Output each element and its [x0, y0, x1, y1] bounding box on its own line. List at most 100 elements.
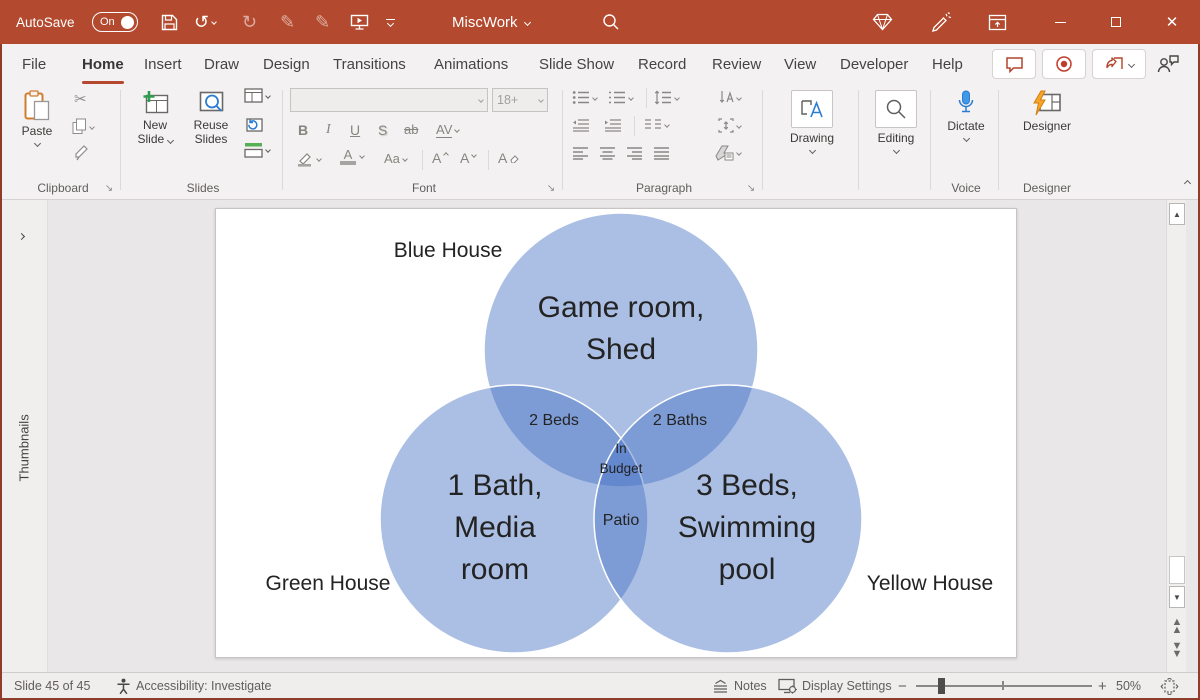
tab-file[interactable]: File — [20, 44, 48, 84]
character-spacing-button[interactable]: AV — [436, 122, 461, 138]
text-direction-button[interactable] — [718, 90, 742, 105]
editing-button[interactable]: Editing — [864, 86, 928, 176]
scroll-down-button[interactable]: ▼ — [1169, 586, 1185, 608]
line-spacing-button[interactable] — [654, 90, 680, 105]
tab-home[interactable]: Home — [80, 44, 126, 84]
tab-transitions[interactable]: Transitions — [331, 44, 408, 84]
tab-design[interactable]: Design — [261, 44, 312, 84]
venn-yellow-items[interactable]: 3 Beds, Swimming pool — [647, 465, 847, 591]
scrollbar-thumb[interactable] — [1169, 556, 1185, 584]
feedback-button[interactable] — [930, 0, 951, 44]
tab-record[interactable]: Record — [636, 44, 688, 84]
fit-slide-to-window-button[interactable] — [1160, 673, 1179, 699]
venn-set-name-green[interactable]: Green House — [228, 572, 428, 596]
font-color-dropdown[interactable] — [359, 153, 365, 159]
tab-help[interactable]: Help — [930, 44, 965, 84]
next-slide-button[interactable]: ▼▼ — [1169, 641, 1185, 660]
comments-button[interactable] — [992, 49, 1036, 79]
share-button[interactable] — [1092, 49, 1146, 79]
slide-canvas[interactable]: Blue House Game room, Shed 2 Beds 2 Bath… — [215, 208, 1017, 658]
clear-formatting-button[interactable]: A — [498, 150, 520, 166]
zoom-level-button[interactable]: 50% — [1116, 673, 1141, 699]
designer-button[interactable]: Designer — [1008, 86, 1086, 164]
venn-overlap-blue-yellow[interactable]: 2 Baths — [630, 412, 730, 430]
undo-button[interactable]: ↺ — [194, 0, 217, 44]
search-button[interactable] — [602, 0, 620, 44]
font-color-button[interactable]: A — [340, 148, 356, 165]
bold-button[interactable]: B — [298, 122, 308, 138]
text-highlight-button[interactable] — [296, 150, 322, 167]
tab-draw[interactable]: Draw — [202, 44, 241, 84]
dictate-button[interactable]: Dictate — [938, 86, 994, 164]
previous-slide-button[interactable]: ▲▲ — [1169, 617, 1185, 636]
collapse-ribbon-button[interactable] — [1183, 173, 1192, 191]
maximize-button[interactable] — [1096, 0, 1136, 44]
paragraph-dialog-launcher[interactable]: ↘ — [745, 183, 757, 195]
bullets-button[interactable] — [572, 90, 598, 105]
tab-review[interactable]: Review — [710, 44, 763, 84]
tab-animations[interactable]: Animations — [432, 44, 510, 84]
save-icon[interactable] — [160, 0, 179, 44]
reuse-slides-button[interactable]: Reuse Slides — [184, 86, 238, 164]
ink-pen-button[interactable]: ✎ — [280, 0, 295, 44]
cut-button[interactable]: ✂ — [74, 90, 87, 108]
columns-button[interactable] — [644, 118, 670, 132]
align-left-button[interactable] — [572, 146, 589, 160]
document-title[interactable]: MiscWork — [452, 0, 531, 44]
present-to-someone-button[interactable] — [1154, 44, 1182, 84]
zoom-in-button[interactable]: + — [1098, 673, 1107, 699]
copy-button[interactable] — [72, 118, 95, 135]
justify-button[interactable] — [653, 146, 670, 160]
premium-button[interactable] — [872, 0, 893, 44]
redo-button[interactable]: ↻ — [242, 0, 257, 44]
expand-thumbnails-icon[interactable] — [17, 226, 26, 244]
align-text-button[interactable] — [718, 118, 742, 133]
qat-overflow-button[interactable] — [386, 0, 395, 44]
text-shadow-button[interactable]: S — [378, 122, 387, 138]
font-name-combobox[interactable] — [290, 88, 488, 112]
section-button[interactable] — [244, 142, 271, 158]
new-slide-button[interactable]: New Slide — [128, 86, 182, 164]
tab-view[interactable]: View — [782, 44, 818, 84]
notes-toggle-button[interactable]: Notes — [712, 673, 767, 699]
convert-to-smartart-button[interactable] — [714, 144, 742, 161]
minimize-button[interactable] — [1040, 0, 1080, 44]
align-right-button[interactable] — [626, 146, 643, 160]
tab-slide-show[interactable]: Slide Show — [537, 44, 616, 84]
tab-developer[interactable]: Developer — [838, 44, 910, 84]
venn-overlap-blue-green[interactable]: 2 Beds — [504, 412, 604, 430]
decrease-font-size-button[interactable]: A — [460, 150, 478, 166]
zoom-slider-handle[interactable] — [938, 678, 945, 694]
decrease-indent-button[interactable] — [572, 118, 590, 132]
slide-layout-button[interactable] — [244, 88, 271, 103]
align-center-button[interactable] — [599, 146, 616, 160]
reset-slide-button[interactable] — [244, 116, 263, 132]
venn-set-name-blue[interactable]: Blue House — [348, 239, 548, 263]
zoom-out-button[interactable]: − — [898, 673, 907, 699]
thumbnails-pane-collapsed[interactable]: Thumbnails — [0, 200, 48, 672]
change-case-button[interactable]: Aa — [384, 151, 408, 166]
increase-indent-button[interactable] — [604, 118, 622, 132]
ink-highlighter-button[interactable]: ✎ — [315, 0, 330, 44]
ribbon-display-options-button[interactable] — [988, 0, 1007, 44]
venn-blue-items[interactable]: Game room, Shed — [471, 287, 771, 371]
underline-button[interactable]: U — [350, 122, 360, 138]
scroll-up-button[interactable]: ▲ — [1169, 203, 1185, 225]
display-settings-button[interactable]: Display Settings — [778, 673, 892, 699]
venn-set-name-yellow[interactable]: Yellow House — [830, 572, 1030, 596]
format-painter-button[interactable] — [74, 144, 91, 161]
tab-insert[interactable]: Insert — [142, 44, 184, 84]
strikethrough-button[interactable]: ab — [404, 122, 418, 137]
numbering-button[interactable] — [608, 90, 634, 105]
italic-button[interactable]: I — [326, 122, 331, 138]
autosave-toggle[interactable]: On — [92, 0, 138, 44]
close-button[interactable]: ✕ — [1152, 0, 1192, 44]
clipboard-dialog-launcher[interactable]: ↘ — [103, 183, 115, 195]
drawing-button[interactable]: Drawing — [774, 86, 850, 176]
paste-button[interactable]: Paste — [14, 86, 60, 164]
accessibility-status[interactable]: Accessibility: Investigate — [116, 673, 271, 699]
slide-number-indicator[interactable]: Slide 45 of 45 — [14, 673, 90, 699]
start-slideshow-button[interactable] — [350, 0, 369, 44]
font-dialog-launcher[interactable]: ↘ — [545, 183, 557, 195]
record-button[interactable] — [1042, 49, 1086, 79]
